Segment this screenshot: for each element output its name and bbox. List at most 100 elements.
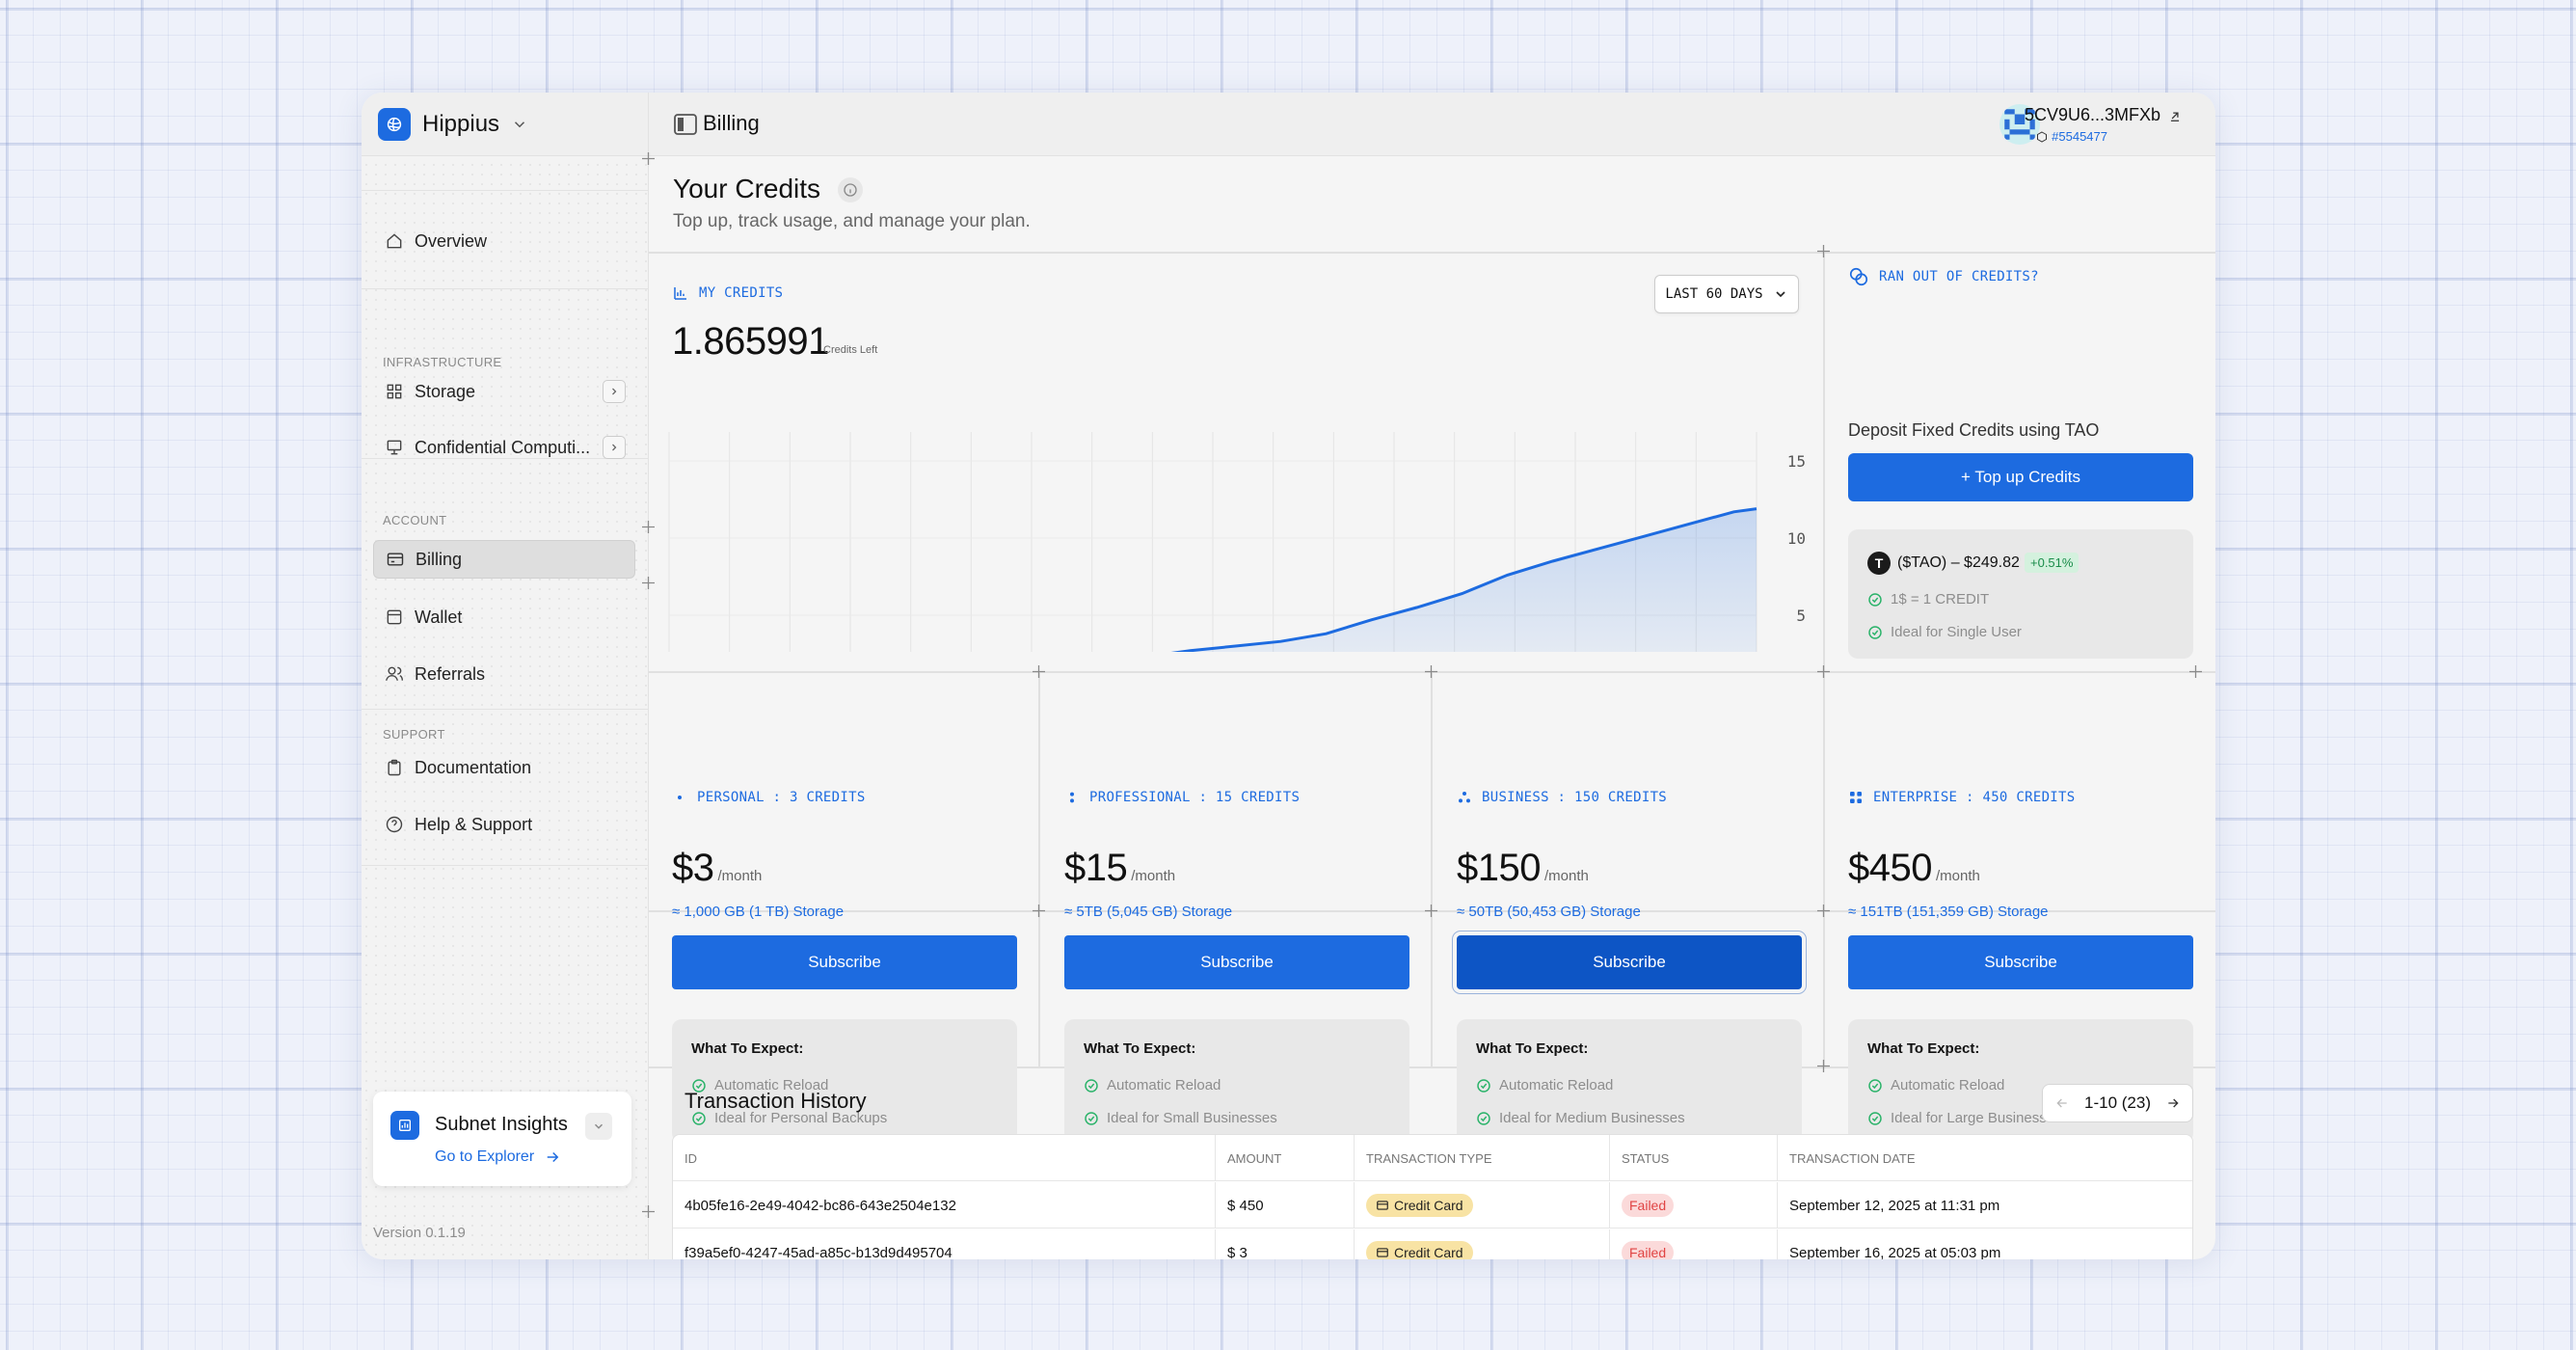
sidebar-item-help-support[interactable]: Help & Support xyxy=(373,805,635,844)
monitor-icon xyxy=(387,440,402,455)
expect-title: What To Expect: xyxy=(1476,1040,1589,1057)
check-circle-icon xyxy=(1477,1111,1490,1125)
check-circle-icon xyxy=(1868,1111,1882,1125)
subscribe-button-personal[interactable]: Subscribe xyxy=(672,935,1017,989)
subscribe-button-enterprise[interactable]: Subscribe xyxy=(1848,935,2193,989)
chart-y-tick-label: 5 xyxy=(1796,607,1806,625)
external-link-icon xyxy=(2170,111,2180,122)
table-cell: 4b05fe16-2e49-4042-bc86-643e2504e132 xyxy=(673,1182,1216,1228)
plus-marker-icon xyxy=(1817,665,1830,678)
table-cell: $ 3 xyxy=(1216,1229,1355,1259)
plan-expect-card-enterprise: What To Expect: Automatic Reload Ideal f… xyxy=(1848,1019,2193,1143)
sidebar-item-label: Billing xyxy=(416,549,463,569)
expect-ideal-text: Ideal for Large Businesses xyxy=(1891,1110,2062,1126)
sidebar-item-referrals[interactable]: Referrals xyxy=(373,655,635,693)
subscribe-button-professional[interactable]: Subscribe xyxy=(1064,935,1409,989)
chevron-down-icon xyxy=(1775,291,1785,298)
expect-reload-text: Automatic Reload xyxy=(1891,1077,2005,1094)
plan-tag-text: PERSONAL : 3 CREDITS xyxy=(697,790,866,805)
explorer-link[interactable]: Go to Explorer xyxy=(435,1148,561,1166)
plus-marker-icon xyxy=(1817,1060,1830,1072)
plus-marker-icon xyxy=(1817,904,1830,917)
divider xyxy=(1038,671,1040,1066)
cube-icon xyxy=(2037,130,2048,143)
plan-expect-card-business: What To Expect: Automatic Reload Ideal f… xyxy=(1457,1019,1802,1143)
plan-expect-card-personal: What To Expect: Automatic Reload Ideal f… xyxy=(672,1019,1017,1143)
arrow-right-icon xyxy=(547,1151,559,1163)
chevron-down-icon xyxy=(594,1123,604,1129)
ideal-row: Ideal for Single User xyxy=(1867,624,2022,640)
table-row[interactable]: f39a5ef0-4247-45ad-a85c-b13d9d495704 $ 3 C… xyxy=(673,1229,2192,1260)
plan-price-value: $3 xyxy=(672,847,714,889)
cell-text: f39a5ef0-4247-45ad-a85c-b13d9d495704 xyxy=(684,1244,953,1260)
sidebar-item-label: Documentation xyxy=(415,757,532,777)
help-circle-icon xyxy=(386,816,403,833)
cell-text: $ 3 xyxy=(1227,1244,1248,1260)
my-credits-tag: MY CREDITS xyxy=(672,284,783,302)
insights-toggle-button[interactable] xyxy=(585,1113,612,1140)
plan-expect-card-professional: What To Expect: Automatic Reload Ideal f… xyxy=(1064,1019,1409,1143)
plan-tag-text: ENTERPRISE : 450 CREDITS xyxy=(1873,790,2076,805)
tao-logo: T xyxy=(1867,552,1891,575)
plus-marker-icon xyxy=(642,1205,655,1218)
plan-price-enterprise: $450/month xyxy=(1848,847,1980,890)
chart-y-tick-label: 15 xyxy=(1787,452,1806,471)
grid-icon xyxy=(387,384,402,399)
sidebar-item-label: Help & Support xyxy=(415,814,533,834)
topbar: Billing 5CV9U6...3MFXb #5545477 xyxy=(649,93,2215,156)
plan-storage-personal: ≈ 1,000 GB (1 TB) Storage xyxy=(672,904,845,920)
sidebar-item-wallet[interactable]: Wallet xyxy=(373,598,635,636)
check-circle-icon xyxy=(1477,1078,1490,1093)
expect-reload-text: Automatic Reload xyxy=(1499,1077,1614,1094)
arrow-left-icon[interactable] xyxy=(2054,1095,2070,1111)
page-title: Your Credits xyxy=(673,174,821,203)
expand-button[interactable] xyxy=(603,380,626,403)
expect-title: What To Expect: xyxy=(1084,1040,1196,1057)
plan-price-period: /month xyxy=(1131,868,1176,884)
payment-type-text: Credit Card xyxy=(1394,1198,1463,1213)
section-label: ACCOUNT xyxy=(383,513,447,527)
plan-price-period: /month xyxy=(1543,868,1589,884)
coins-icon xyxy=(1849,267,1868,286)
expect-ideal-row: Ideal for Small Businesses xyxy=(1084,1110,1277,1126)
subscribe-button-business[interactable]: Subscribe xyxy=(1452,931,1807,994)
plan-business-icon xyxy=(1459,792,1470,803)
sidebar-toggle-icon[interactable] xyxy=(674,114,697,135)
table-row[interactable]: 4b05fe16-2e49-4042-bc86-643e2504e132 $ 45… xyxy=(673,1182,2192,1228)
top-up-credits-button[interactable]: + Top up Credits xyxy=(1848,453,2193,501)
expect-reload-row: Automatic Reload xyxy=(1867,1077,2004,1094)
sidebar-item-storage[interactable]: Storage xyxy=(373,372,635,411)
users-icon xyxy=(385,666,404,681)
info-icon[interactable] xyxy=(838,177,863,202)
sidebar-item-label: Overview xyxy=(415,230,488,251)
transactions-table: ID AMOUNT TRANSACTION TYPE STATUS TRANSACTIO… xyxy=(672,1134,2193,1259)
app-window: Hippius Overview INFRASTRUCTURE Storage … xyxy=(362,93,2215,1259)
date-range-select[interactable]: LAST 60 DAYS xyxy=(1654,275,1799,313)
brand-name: Hippius xyxy=(422,110,500,137)
sidebar-item-documentation[interactable]: Documentation xyxy=(373,748,635,787)
expect-ideal-row: Ideal for Large Businesses xyxy=(1867,1110,2062,1126)
status-badge: Failed xyxy=(1622,1241,1675,1259)
chart-y-tick-label: 10 xyxy=(1787,529,1806,548)
arrow-right-icon[interactable] xyxy=(2165,1095,2181,1111)
expect-reload-row: Automatic Reload xyxy=(1476,1077,1613,1094)
wallet-address[interactable]: 5CV9U6...3MFXb xyxy=(2025,105,2182,125)
chevron-down-icon xyxy=(515,121,525,127)
plus-marker-icon xyxy=(1817,245,1830,257)
credits-chart: 28 FEB10 MAR20 MAR30 MAR8 APR18 APR28 AP… xyxy=(668,432,1806,652)
plus-marker-icon xyxy=(642,521,655,533)
section-label: SUPPORT xyxy=(383,727,445,742)
plan-price-professional: $15/month xyxy=(1064,847,1175,890)
plan-storage-business: ≈ 50TB (50,453 GB) Storage xyxy=(1457,904,1641,920)
expand-button[interactable] xyxy=(603,436,626,459)
hippius-logo-icon xyxy=(378,107,411,141)
sidebar-item-overview[interactable]: Overview xyxy=(373,222,635,260)
brand-switcher[interactable]: Hippius xyxy=(362,93,648,156)
divider xyxy=(649,252,2215,254)
plan-tag-text: BUSINESS : 150 CREDITS xyxy=(1482,790,1668,805)
chevron-right-icon xyxy=(612,444,617,451)
plan-tag-professional: PROFESSIONAL : 15 CREDITS xyxy=(1064,790,1300,805)
wallet-icon xyxy=(387,609,402,625)
sidebar-item-billing[interactable]: Billing xyxy=(373,540,635,579)
payment-type-badge: Credit Card xyxy=(1366,1241,1473,1259)
